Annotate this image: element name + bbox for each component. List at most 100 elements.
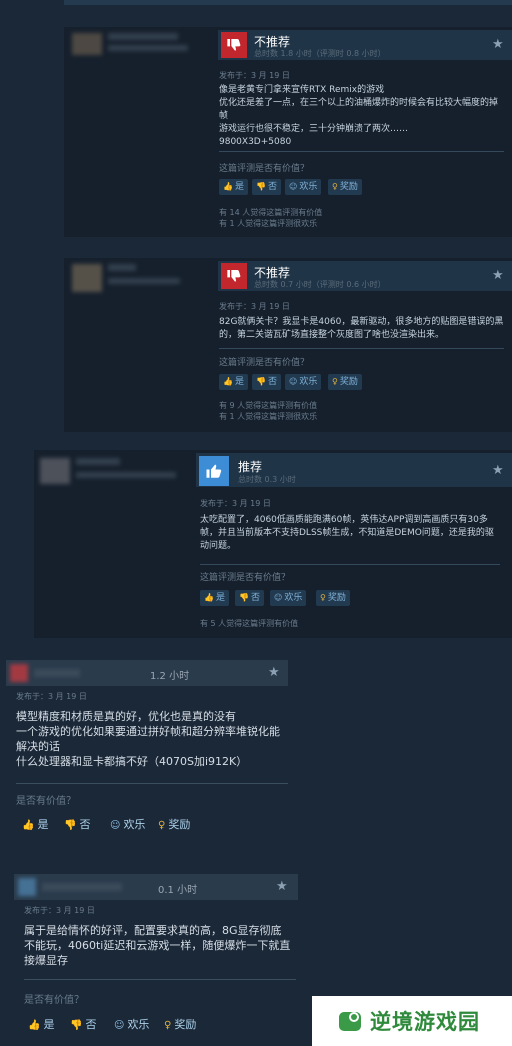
vote-funny-button[interactable]: ☺ 欢乐 <box>285 374 322 390</box>
review-stats: 有 5 人觉得这篇评测有价值 <box>200 619 299 628</box>
review-playtime: 总时数 0.7 小时（评测时 0.6 小时） <box>254 280 386 289</box>
smile-icon: ☺ <box>274 593 283 602</box>
thumbs-down-icon: 👎 <box>64 820 77 831</box>
review-card-5: 0.1 小时 ★ 发布于：3 月 19 日 属于是给情怀的好评，配置要求真的高，… <box>14 874 298 1044</box>
award-button[interactable]: ♀ 奖励 <box>164 1016 196 1032</box>
reviewer-avatar <box>40 458 70 484</box>
review-playtime: 总时数 0.3 小时 <box>238 475 296 484</box>
review-card-3: 推荐 总时数 0.3 小时 ★ 发布于：3 月 19 日 太吃配置了，4060低… <box>34 450 512 638</box>
vote-no-button[interactable]: 👎 否 <box>252 179 281 195</box>
reviewer-name <box>108 264 136 271</box>
divider <box>24 979 296 980</box>
helpful-question: 这篇评测是否有价值？ <box>219 164 310 174</box>
award-icon: ♀ <box>158 820 166 831</box>
divider <box>200 564 500 565</box>
review-date: 发布于：3 月 19 日 <box>200 499 271 508</box>
divider <box>219 151 504 152</box>
review-date: 发布于：3 月 19 日 <box>219 71 290 80</box>
award-button[interactable]: ♀ 奖励 <box>316 590 350 606</box>
review-verdict: 推荐 <box>238 460 263 474</box>
reviewer-info <box>108 45 188 51</box>
helpful-question: 这篇评测是否有价值？ <box>200 573 291 583</box>
vote-no-button[interactable]: 👎 否 <box>252 374 281 390</box>
thumbs-down-icon: 👎 <box>70 1020 83 1031</box>
review-text: 82G就俩关卡？我显卡是4060，最新驱动，很多地方的贴图是错误的黑的，第二关谐… <box>219 317 504 340</box>
smile-icon: ☺ <box>289 377 298 386</box>
review-card-1: 不推荐 总时数 1.8 小时（评测时 0.8 小时） ★ 发布于：3 月 19 … <box>64 27 512 237</box>
review-stats: 有 14 人觉得这篇评测有价值 有 1 人觉得这篇评测很欢乐 <box>219 208 323 228</box>
divider <box>16 783 288 784</box>
thumbs-up-badge <box>199 456 229 486</box>
award-button[interactable]: ♀ 奖励 <box>328 179 362 195</box>
top-edge <box>64 0 512 5</box>
award-button[interactable]: ♀ 奖励 <box>328 374 362 390</box>
vote-funny-button[interactable]: ☺ 欢乐 <box>114 1016 149 1032</box>
award-star-icon[interactable]: ★ <box>268 665 280 680</box>
review-card-4: 1.2 小时 ★ 发布于：3 月 19 日 模型精度和材质是真的好，优化也是真的… <box>6 660 288 840</box>
award-button[interactable]: ♀ 奖励 <box>158 816 190 832</box>
award-star-icon[interactable]: ★ <box>276 879 288 894</box>
thumbs-up-icon: 👍 <box>22 820 35 831</box>
review-card-2: 不推荐 总时数 0.7 小时（评测时 0.6 小时） ★ 发布于：3 月 19 … <box>64 258 512 432</box>
award-star-icon[interactable]: ★ <box>492 268 504 283</box>
review-date: 发布于：3 月 19 日 <box>219 302 290 311</box>
thumbs-down-badge <box>221 263 247 289</box>
thumbs-up-icon: 👍 <box>28 1020 41 1031</box>
vote-funny-button[interactable]: ☺ 欢乐 <box>285 179 322 195</box>
vote-yes-button[interactable]: 👍 是 <box>219 374 248 390</box>
reviewer-avatar <box>18 878 36 896</box>
reviewer-name <box>108 33 178 40</box>
reviewer-name <box>76 458 120 465</box>
award-icon: ♀ <box>332 377 338 386</box>
divider <box>219 348 504 349</box>
award-star-icon[interactable]: ★ <box>492 463 504 478</box>
vote-funny-button[interactable]: ☺ 欢乐 <box>110 816 145 832</box>
review-text: 模型精度和材质是真的好，优化也是真的没有 一个游戏的优化如果要通过拼好帧和超分辨… <box>16 710 280 768</box>
thumbs-down-icon: 👎 <box>256 377 266 386</box>
vote-no-button[interactable]: 👎 否 <box>64 816 90 832</box>
vote-yes-button[interactable]: 👍 是 <box>200 590 229 606</box>
award-icon: ♀ <box>164 1020 172 1031</box>
thumbs-down-badge <box>221 32 247 58</box>
reviewer-info <box>108 278 180 284</box>
reviewer-info <box>76 472 176 478</box>
thumbs-down-icon <box>227 39 241 51</box>
thumbs-up-icon: 👍 <box>223 377 233 386</box>
thumbs-down-icon: 👎 <box>239 593 249 602</box>
vote-funny-button[interactable]: ☺ 欢乐 <box>270 590 307 606</box>
helpful-question: 是否有价值？ <box>24 995 84 1006</box>
vote-yes-button[interactable]: 👍 是 <box>28 1016 54 1032</box>
vote-yes-button[interactable]: 👍 是 <box>22 816 48 832</box>
review-hours: 1.2 小时 <box>150 671 190 682</box>
thumbs-up-icon: 👍 <box>223 182 233 191</box>
vote-no-button[interactable]: 👎 否 <box>70 1016 96 1032</box>
award-icon: ♀ <box>332 182 338 191</box>
smile-icon: ☺ <box>114 1020 125 1031</box>
review-playtime: 总时数 1.8 小时（评测时 0.8 小时） <box>254 49 386 58</box>
reviewer-name <box>42 883 122 891</box>
review-text: 像是老黄专门拿来宣传RTX Remix的游戏 优化还是差了一点，在三个以上的油桶… <box>219 85 499 147</box>
thumbs-down-icon <box>227 270 241 282</box>
smile-icon: ☺ <box>289 182 298 191</box>
thumbs-up-icon: 👍 <box>204 593 214 602</box>
reviewer-avatar <box>10 664 28 682</box>
vote-no-button[interactable]: 👎 否 <box>235 590 264 606</box>
reviewer-avatar <box>72 33 102 55</box>
thumbs-up-icon <box>206 464 222 478</box>
review-stats: 有 9 人觉得这篇评测有价值 有 1 人觉得这篇评测很欢乐 <box>219 401 318 421</box>
thumbs-down-icon: 👎 <box>256 182 266 191</box>
award-icon: ♀ <box>320 593 326 602</box>
vote-yes-button[interactable]: 👍 是 <box>219 179 248 195</box>
review-text: 太吃配置了，4060低画质能跑满60帧，英伟达APP调到高画质只有30多帧，并且… <box>200 515 494 551</box>
watermark-logo-icon <box>339 1012 361 1031</box>
review-hours: 0.1 小时 <box>158 885 198 896</box>
reviewer-name <box>34 669 80 677</box>
watermark-text: 逆境游戏园 <box>370 1010 480 1034</box>
smile-icon: ☺ <box>110 820 121 831</box>
reviewer-avatar <box>72 264 102 292</box>
review-date: 发布于：3 月 19 日 <box>24 906 95 915</box>
review-text: 属于是给情怀的好评，配置要求真的高，8G显存彻底不能玩，4060ti延迟和云游戏… <box>24 924 291 967</box>
award-star-icon[interactable]: ★ <box>492 37 504 52</box>
review-date: 发布于：3 月 19 日 <box>16 692 87 701</box>
watermark: 逆境游戏园 <box>312 996 512 1046</box>
